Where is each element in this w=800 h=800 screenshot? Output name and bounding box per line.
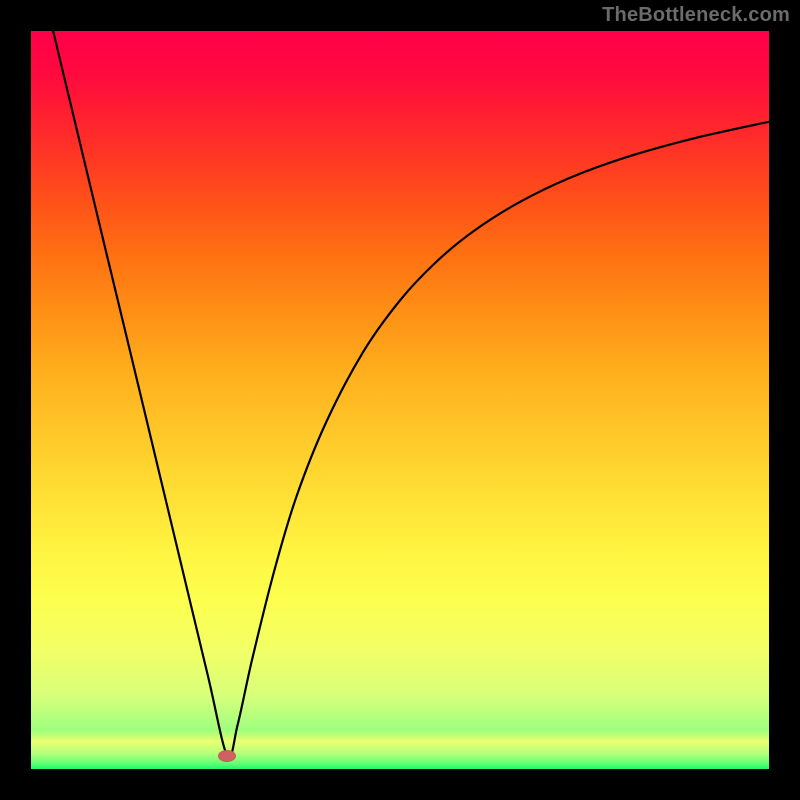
bottleneck-curve xyxy=(31,31,769,769)
plot-area xyxy=(31,31,769,769)
chart-frame: TheBottleneck.com xyxy=(0,0,800,800)
minimum-marker xyxy=(218,750,236,762)
watermark-text: TheBottleneck.com xyxy=(602,4,790,27)
